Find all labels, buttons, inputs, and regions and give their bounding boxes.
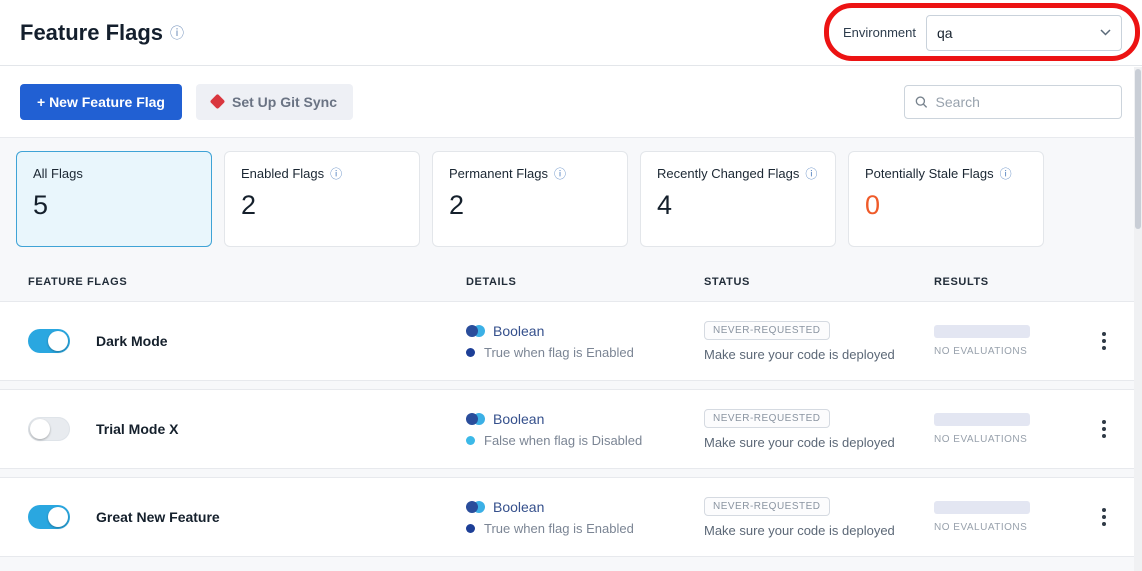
flag-value-text: True when flag is Enabled	[484, 521, 634, 536]
row-menu-button[interactable]	[1096, 326, 1112, 356]
stats-cards: All Flags 5 Enabled Flags 2 Permanent Fl…	[0, 151, 1142, 247]
stat-value: 4	[657, 190, 819, 221]
stat-label: Permanent Flags	[449, 166, 548, 181]
stat-value: 2	[241, 190, 403, 221]
stat-card-permanent-flags[interactable]: Permanent Flags 2	[432, 151, 628, 247]
flag-value-text: False when flag is Disabled	[484, 433, 642, 448]
stat-value: 5	[33, 190, 195, 221]
stat-value: 0	[865, 190, 1027, 221]
boolean-type-icon	[466, 325, 485, 337]
info-icon[interactable]	[554, 168, 566, 180]
status-badge: NEVER-REQUESTED	[704, 321, 830, 340]
column-header-results: RESULTS	[934, 276, 1096, 288]
table-row: Dark Mode Boolean True when flag is Enab…	[0, 301, 1142, 381]
status-text: Make sure your code is deployed	[704, 523, 934, 538]
environment-selector: Environment qa	[843, 15, 1122, 51]
value-dot-icon	[466, 524, 475, 533]
flag-toggle[interactable]	[28, 329, 70, 353]
value-dot-icon	[466, 348, 475, 357]
toggle-knob	[48, 331, 68, 351]
info-icon[interactable]	[805, 168, 817, 180]
results-bar	[934, 325, 1030, 338]
results-bar	[934, 501, 1030, 514]
header: Feature Flags Environment qa	[0, 0, 1142, 66]
results-text: NO EVALUATIONS	[934, 434, 1096, 445]
flag-type: Boolean	[493, 323, 544, 339]
flag-name[interactable]: Trial Mode X	[96, 421, 178, 437]
page-title: Feature Flags	[20, 20, 184, 46]
status-badge: NEVER-REQUESTED	[704, 409, 830, 428]
flag-value-text: True when flag is Enabled	[484, 345, 634, 360]
status-text: Make sure your code is deployed	[704, 347, 934, 362]
column-header-status: STATUS	[704, 276, 934, 288]
row-menu-button[interactable]	[1096, 502, 1112, 532]
stat-label: Recently Changed Flags	[657, 166, 799, 181]
status-text: Make sure your code is deployed	[704, 435, 934, 450]
stat-card-all-flags[interactable]: All Flags 5	[16, 151, 212, 247]
flag-name[interactable]: Dark Mode	[96, 333, 168, 349]
stat-card-enabled-flags[interactable]: Enabled Flags 2	[224, 151, 420, 247]
scrollbar-thumb[interactable]	[1135, 69, 1141, 229]
vertical-scrollbar[interactable]	[1134, 67, 1142, 571]
value-dot-icon	[466, 436, 475, 445]
flag-toggle[interactable]	[28, 417, 70, 441]
info-icon[interactable]	[1000, 168, 1012, 180]
column-header-details: DETAILS	[466, 276, 704, 288]
new-feature-flag-button[interactable]: + New Feature Flag	[20, 84, 182, 120]
chevron-down-icon	[1100, 29, 1111, 36]
info-icon[interactable]	[330, 168, 342, 180]
flag-type: Boolean	[493, 411, 544, 427]
row-menu-button[interactable]	[1096, 414, 1112, 444]
flags-table: FEATURE FLAGS DETAILS STATUS RESULTS Dar…	[0, 263, 1142, 557]
search-input[interactable]	[936, 94, 1111, 110]
page-title-text: Feature Flags	[20, 20, 163, 46]
boolean-type-icon	[466, 501, 485, 513]
main-content: All Flags 5 Enabled Flags 2 Permanent Fl…	[0, 138, 1142, 571]
results-text: NO EVALUATIONS	[934, 522, 1096, 533]
info-icon[interactable]	[170, 26, 184, 40]
results-text: NO EVALUATIONS	[934, 346, 1096, 357]
table-row: Trial Mode X Boolean False when flag is …	[0, 389, 1142, 469]
environment-label: Environment	[843, 25, 916, 40]
search-icon	[915, 95, 928, 109]
git-icon	[210, 94, 226, 110]
toggle-knob	[30, 419, 50, 439]
setup-git-sync-button[interactable]: Set Up Git Sync	[196, 84, 353, 120]
stat-label: Enabled Flags	[241, 166, 324, 181]
stat-label: Potentially Stale Flags	[865, 166, 994, 181]
stat-card-recently-changed-flags[interactable]: Recently Changed Flags 4	[640, 151, 836, 247]
table-row: Great New Feature Boolean True when flag…	[0, 477, 1142, 557]
flag-type: Boolean	[493, 499, 544, 515]
stat-label: All Flags	[33, 166, 83, 181]
toolbar: + New Feature Flag Set Up Git Sync	[0, 66, 1142, 138]
flag-toggle[interactable]	[28, 505, 70, 529]
column-header-feature-flags: FEATURE FLAGS	[20, 276, 466, 288]
flag-name[interactable]: Great New Feature	[96, 509, 220, 525]
table-header: FEATURE FLAGS DETAILS STATUS RESULTS	[0, 263, 1142, 301]
search-box[interactable]	[904, 85, 1122, 119]
results-bar	[934, 413, 1030, 426]
stat-value: 2	[449, 190, 611, 221]
git-sync-label: Set Up Git Sync	[232, 94, 337, 110]
toggle-knob	[48, 507, 68, 527]
boolean-type-icon	[466, 413, 485, 425]
stat-card-potentially-stale-flags[interactable]: Potentially Stale Flags 0	[848, 151, 1044, 247]
environment-value: qa	[937, 25, 953, 41]
status-badge: NEVER-REQUESTED	[704, 497, 830, 516]
environment-dropdown[interactable]: qa	[926, 15, 1122, 51]
